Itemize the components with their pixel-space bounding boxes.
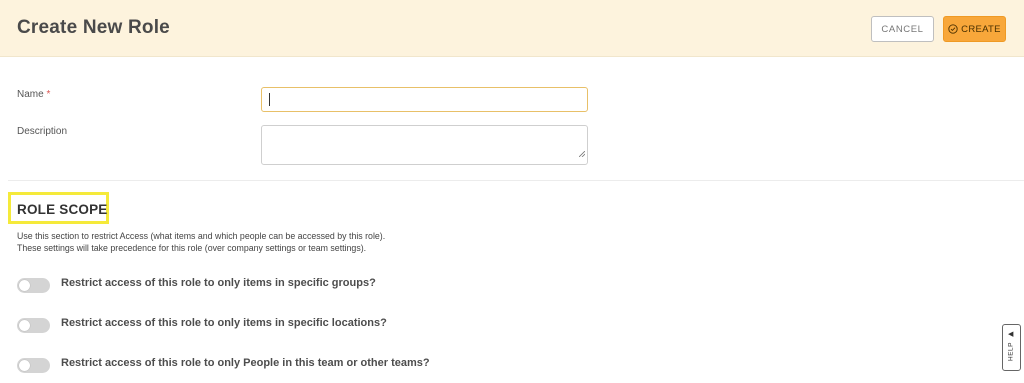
restrict-groups-toggle[interactable] xyxy=(17,278,50,293)
toggle-knob xyxy=(19,280,30,291)
create-button[interactable]: CREATE xyxy=(943,16,1006,42)
description-label: Description xyxy=(17,126,68,137)
section-divider xyxy=(8,180,1024,181)
role-scope-description-line1: Use this section to restrict Access (wha… xyxy=(17,231,386,241)
name-label: Name * xyxy=(17,89,50,100)
required-mark: * xyxy=(46,89,51,100)
triangle-icon: ◀ xyxy=(1008,331,1014,338)
restrict-groups-label: Restrict access of this role to only ite… xyxy=(61,277,376,289)
page-header: Create New Role CANCEL CREATE xyxy=(0,0,1024,57)
create-button-label: CREATE xyxy=(961,23,1001,35)
text-cursor xyxy=(269,93,270,106)
check-circle-icon xyxy=(948,24,958,34)
cancel-button[interactable]: CANCEL xyxy=(871,16,934,42)
name-input[interactable] xyxy=(261,87,588,112)
restrict-locations-label: Restrict access of this role to only ite… xyxy=(61,317,387,329)
restrict-people-label: Restrict access of this role to only Peo… xyxy=(61,357,430,369)
help-label: HELP xyxy=(1007,342,1015,362)
toggle-knob xyxy=(19,320,30,331)
role-scope-title: ROLE SCOPE xyxy=(17,202,108,217)
role-scope-description-line2: These settings will take precedence for … xyxy=(17,243,367,253)
restrict-locations-toggle[interactable] xyxy=(17,318,50,333)
name-label-text: Name xyxy=(17,89,44,100)
description-textarea[interactable] xyxy=(261,125,588,165)
resize-grip-icon[interactable] xyxy=(578,144,586,162)
restrict-people-toggle[interactable] xyxy=(17,358,50,373)
toggle-knob xyxy=(19,360,30,371)
page-title: Create New Role xyxy=(17,17,170,38)
